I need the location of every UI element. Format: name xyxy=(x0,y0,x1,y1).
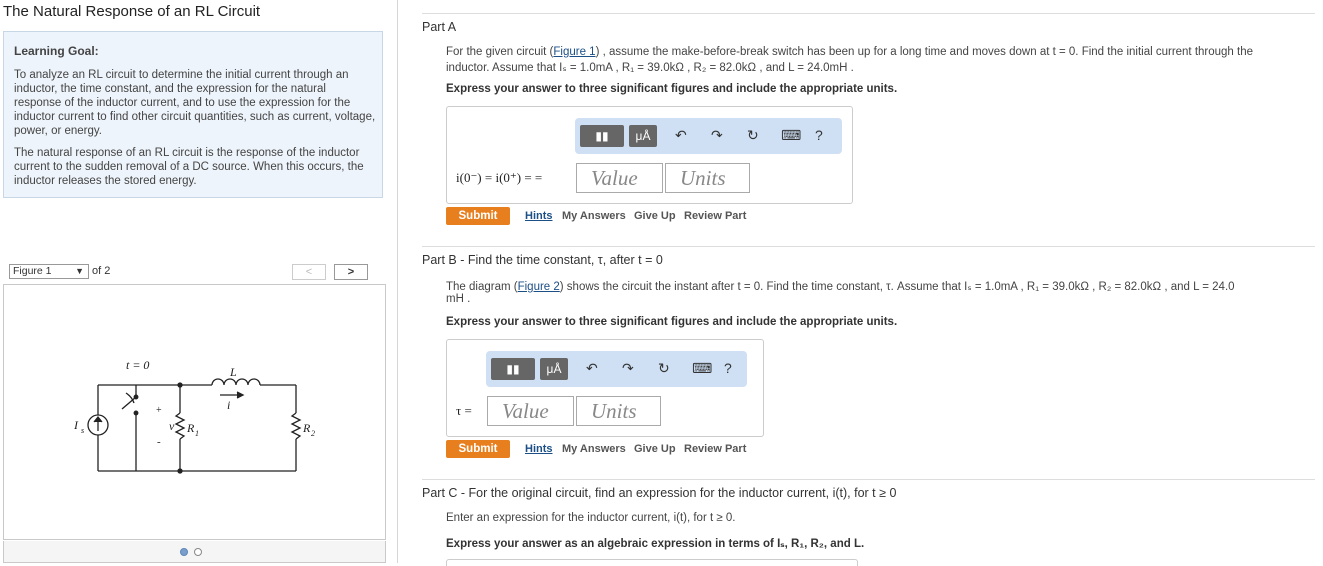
pager-dot[interactable] xyxy=(194,548,202,556)
part-b-equation-label: τ = xyxy=(456,403,472,418)
part-a-question-line2: inductor. Assume that Iₛ = 1.0mA , R₁ = … xyxy=(446,62,854,74)
figure-2-link[interactable]: Figure 2 xyxy=(518,281,560,293)
part-a-instruction: Express your answer to three significant… xyxy=(446,83,898,95)
source-label: I xyxy=(73,418,79,432)
figure-frame: t = 0 L i I s + - v R 1 R 2 xyxy=(3,284,386,540)
plus-label: + xyxy=(156,405,162,416)
part-b-submit-button[interactable]: Submit xyxy=(446,440,510,458)
part-c-instruction: Express your answer as an algebraic expr… xyxy=(446,538,865,550)
reset-icon[interactable]: ↻ xyxy=(658,360,670,377)
part-a-submit-button[interactable]: Submit xyxy=(446,207,510,225)
minus-label: - xyxy=(157,436,161,448)
part-c-question: Enter an expression for the inductor cur… xyxy=(446,512,736,524)
voltage-label: v xyxy=(169,419,175,433)
figure-count: of 2 xyxy=(92,265,111,277)
part-b-title: Part B - Find the time constant, τ, afte… xyxy=(422,253,663,267)
part-a-units-input[interactable]: Units xyxy=(665,163,750,193)
part-b-instruction: Express your answer to three significant… xyxy=(446,316,898,328)
part-a-toolbar: ▮▮ μÅ ↶ ↷ ↻ ⌨ ? xyxy=(575,118,842,154)
redo-icon[interactable]: ↷ xyxy=(622,360,634,377)
part-b-my-answers-link[interactable]: My Answers xyxy=(562,443,626,455)
keyboard-icon[interactable]: ⌨ xyxy=(781,127,801,144)
learning-goal-label: Learning Goal: xyxy=(14,44,99,58)
template-icon[interactable]: ▮▮ xyxy=(580,125,624,147)
redo-icon[interactable]: ↷ xyxy=(711,127,723,144)
part-b-value-input[interactable]: Value xyxy=(487,396,574,426)
r2-label-sub: 2 xyxy=(311,429,315,438)
part-a-my-answers-link[interactable]: My Answers xyxy=(562,210,626,222)
units-icon[interactable]: μÅ xyxy=(540,358,568,380)
separator xyxy=(422,246,1315,247)
learning-goal-text-2: The natural response of an RL circuit is… xyxy=(14,147,364,187)
part-a-hints-link[interactable]: Hints xyxy=(525,210,553,222)
figure-next-button[interactable]: > xyxy=(334,264,368,280)
part-b-toolbar: ▮▮ μÅ ↶ ↷ ↻ ⌨ ? xyxy=(486,351,747,387)
part-b-question-line2: mH . xyxy=(446,293,471,305)
part-a-give-up-link[interactable]: Give Up xyxy=(634,210,676,222)
current-label: i xyxy=(227,398,230,412)
part-a-title: Part A xyxy=(422,20,457,34)
template-icon[interactable]: ▮▮ xyxy=(491,358,535,380)
circuit-diagram: t = 0 L i I s + - v R 1 R 2 xyxy=(73,358,315,474)
learning-goal-box: Learning Goal: To analyze an RL circuit … xyxy=(3,31,383,198)
part-b-give-up-link[interactable]: Give Up xyxy=(634,443,676,455)
part-a-question: For the given circuit (Figure 1) , assum… xyxy=(446,46,1254,58)
source-label-sub: s xyxy=(81,426,84,435)
r1-label: R xyxy=(186,421,195,435)
panel-divider xyxy=(397,0,398,563)
inductor-label: L xyxy=(229,365,237,379)
part-a-equation-label: i(0⁻) = i(0⁺) = = xyxy=(456,170,543,185)
switch-time-label: t = 0 xyxy=(126,358,149,372)
part-a-value-input[interactable]: Value xyxy=(576,163,663,193)
units-icon[interactable]: μÅ xyxy=(629,125,657,147)
undo-icon[interactable]: ↶ xyxy=(675,127,687,144)
r1-label-sub: 1 xyxy=(195,429,199,438)
separator xyxy=(422,479,1315,480)
r2-label: R xyxy=(302,421,311,435)
part-b-units-input[interactable]: Units xyxy=(576,396,661,426)
help-icon[interactable]: ? xyxy=(724,360,732,376)
undo-icon[interactable]: ↶ xyxy=(586,360,598,377)
part-a-review-link[interactable]: Review Part xyxy=(684,210,746,222)
figure-1-link[interactable]: Figure 1 xyxy=(553,46,595,58)
part-b-review-link[interactable]: Review Part xyxy=(684,443,746,455)
part-b-hints-link[interactable]: Hints xyxy=(525,443,553,455)
separator xyxy=(422,13,1315,14)
keyboard-icon[interactable]: ⌨ xyxy=(692,360,712,377)
reset-icon[interactable]: ↻ xyxy=(747,127,759,144)
figure-prev-button[interactable]: < xyxy=(292,264,326,280)
learning-goal-text: To analyze an RL circuit to determine th… xyxy=(14,69,376,137)
page-title: The Natural Response of an RL Circuit xyxy=(3,3,261,20)
chevron-down-icon: ▼ xyxy=(75,266,84,276)
part-c-title: Part C - For the original circuit, find … xyxy=(422,486,897,500)
pager-dot-active[interactable] xyxy=(180,548,188,556)
figure-select[interactable]: Figure 1 ▼ xyxy=(9,264,89,279)
part-b-question: The diagram (Figure 2) shows the circuit… xyxy=(446,281,1235,293)
help-icon[interactable]: ? xyxy=(815,127,823,143)
